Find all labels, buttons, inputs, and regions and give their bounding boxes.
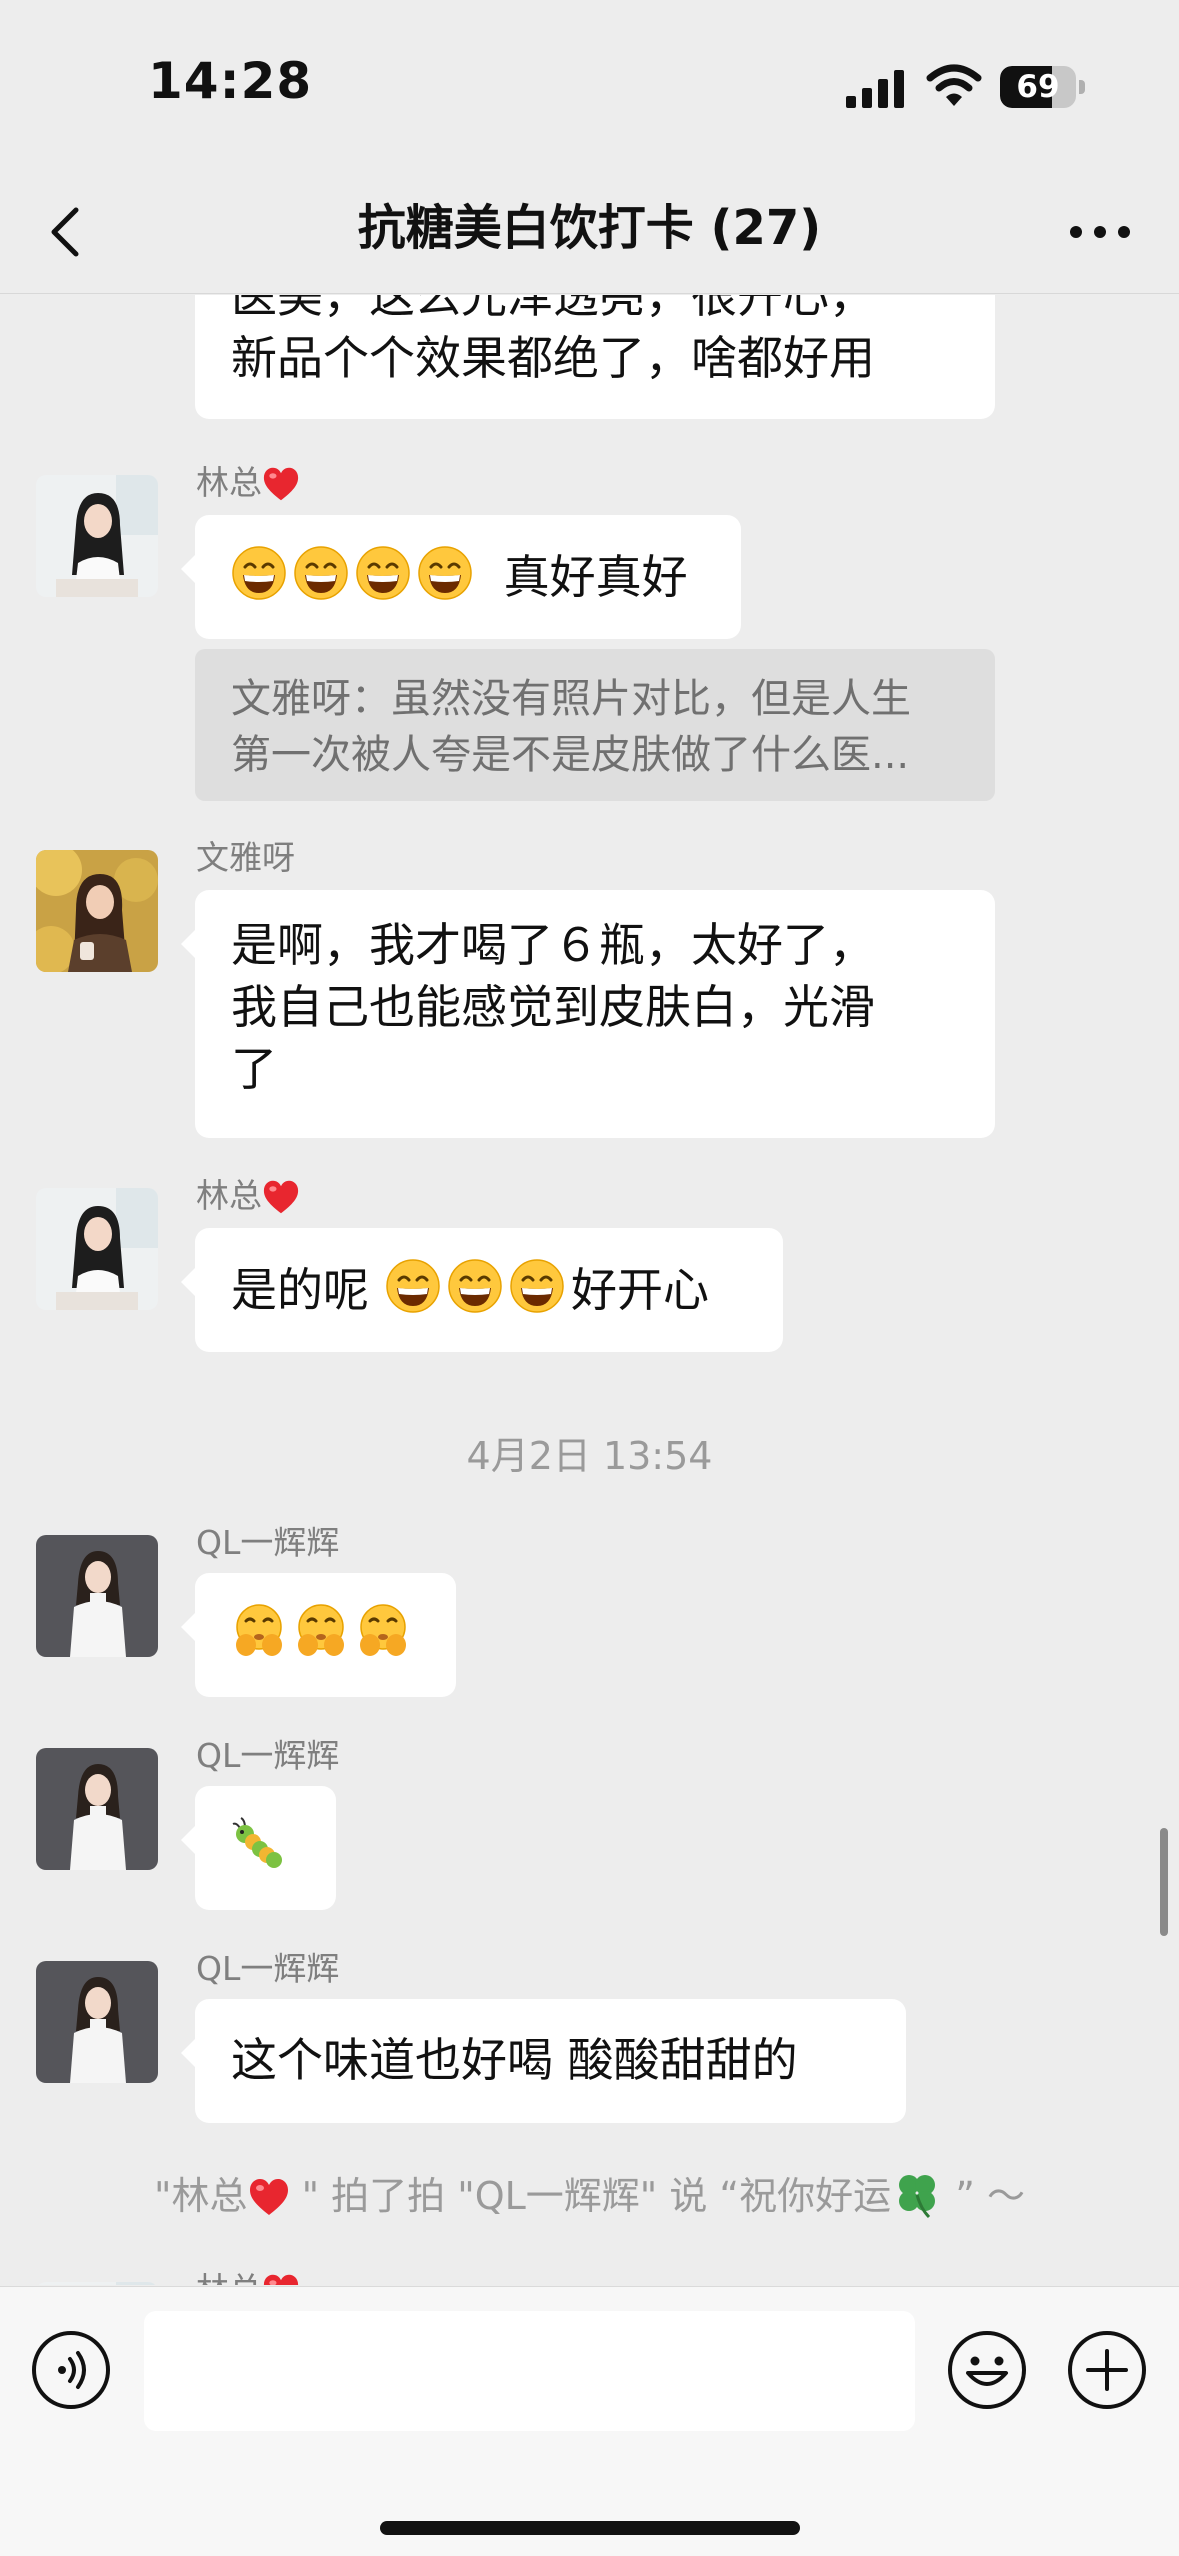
caterpillar-emoji (232, 1817, 282, 1868)
system-text: " 拍了拍 "QL一辉辉" 说 “祝你好运 (289, 2174, 892, 2218)
message-text: 好开心 (571, 1263, 709, 1317)
red-heart-icon (262, 2273, 300, 2285)
message-bubble[interactable] (181, 1786, 336, 1910)
home-indicator (380, 2521, 800, 2535)
avatar[interactable] (36, 1188, 158, 1310)
pat-system-message: "林总 " 拍了拍 "QL一辉辉" 说 “祝你好运 ” ～ (0, 2165, 1179, 2221)
grinning-face-emoji (231, 545, 287, 601)
avatar[interactable] (36, 2282, 158, 2285)
sender-name-text: 林总 (196, 2270, 262, 2285)
timestamp: 4月2日 13:54 (466, 1434, 713, 1478)
status-time: 14:28 (148, 52, 313, 110)
grinning-face-emoji (355, 545, 411, 601)
shushing-face-emoji (293, 1603, 349, 1659)
battery-percentage: 69 (1016, 69, 1060, 105)
avatar[interactable] (36, 1748, 158, 1870)
system-text: "林总 (154, 2174, 248, 2218)
battery-indicator: 69 (1000, 66, 1076, 108)
red-heart-icon (262, 1179, 300, 1215)
sender-name: QL一辉辉 (196, 1949, 340, 1988)
message-bubble[interactable]: 这个味道也好喝 酸酸甜甜的 (181, 1999, 906, 2123)
message-line: 是啊，我才喝了６瓶，太好了， (231, 918, 875, 972)
red-heart-icon (248, 2177, 290, 2217)
sender-name: 林总 (196, 1176, 300, 1216)
emoji-face-icon[interactable] (946, 2329, 1028, 2411)
quote-line: 第一次被人夸是不是皮肤做了什么医... (231, 732, 910, 778)
message-bubble[interactable]: 是的呢 好开心 (181, 1228, 783, 1352)
message-line: 医美，这么光泽透亮，很开心， (231, 295, 875, 323)
sender-name-text: 林总 (196, 1176, 262, 1215)
cellular-signal-icon (846, 70, 904, 108)
message-input[interactable] (144, 2311, 915, 2431)
red-heart-icon (262, 466, 300, 502)
message-line: 新品个个效果都绝了，啥都好用 (231, 331, 875, 385)
grinning-face-emoji (385, 1258, 441, 1314)
sender-name: QL一辉辉 (196, 1736, 340, 1775)
scroll-indicator[interactable] (1160, 1828, 1168, 1936)
navigation-bar: 抗糖美白饮打卡 (27) (0, 170, 1179, 294)
message-list[interactable]: 医美，这么光泽透亮，很开心， 新品个个效果都绝了，啥都好用 林总 真好真好 文雅… (0, 295, 1179, 2285)
message-text: 真好真好 (503, 550, 688, 604)
wifi-icon (926, 64, 982, 106)
shushing-face-emoji (355, 1603, 411, 1659)
quoted-message[interactable]: 文雅呀：虽然没有照片对比，但是人生 第一次被人夸是不是皮肤做了什么医... (195, 649, 995, 801)
message-line: 我自己也能感觉到皮肤白，光滑 (231, 980, 875, 1034)
message-bubble[interactable] (181, 1573, 456, 1697)
avatar[interactable] (36, 1535, 158, 1657)
message-text: 这个味道也好喝 酸酸甜甜的 (231, 2033, 798, 2087)
sender-name: 林总 (196, 2270, 300, 2285)
chevron-left-icon[interactable] (30, 192, 110, 272)
avatar[interactable] (36, 475, 158, 597)
avatar[interactable] (36, 1961, 158, 2083)
sender-name: 林总 (196, 463, 300, 503)
more-dots-icon[interactable] (1060, 192, 1140, 272)
grinning-face-emoji (509, 1258, 565, 1314)
plus-circle-icon[interactable] (1066, 2329, 1148, 2411)
sender-name: QL一辉辉 (196, 1523, 340, 1562)
message-bubble[interactable]: 医美，这么光泽透亮，很开心， 新品个个效果都绝了，啥都好用 (195, 295, 995, 419)
message-bubble[interactable]: 真好真好 (181, 515, 741, 639)
chat-title[interactable]: 抗糖美白饮打卡 (27) (200, 170, 979, 294)
system-text: ” ～ (943, 2174, 1025, 2218)
message-line: 了 (231, 1042, 277, 1096)
message-bubble[interactable]: 是啊，我才喝了６瓶，太好了， 我自己也能感觉到皮肤白，光滑 了 (181, 890, 995, 1138)
input-toolbar (0, 2286, 1179, 2556)
battery-tip (1079, 80, 1085, 94)
voice-icon[interactable] (30, 2329, 112, 2411)
grinning-face-emoji (447, 1258, 503, 1314)
message-text: 是的呢 (231, 1263, 369, 1317)
grinning-face-emoji (417, 545, 473, 601)
grinning-face-emoji (293, 545, 349, 601)
chat-screen: 14:28 69 抗糖美白饮打卡 (27) 医美，这么光泽透亮，很开心， 新品个… (0, 0, 1179, 2556)
shushing-face-emoji (231, 1603, 287, 1659)
sender-name: 文雅呀 (196, 838, 295, 877)
four-leaf-clover-icon (899, 2175, 936, 2219)
sender-name-text: 林总 (196, 463, 262, 502)
quote-line: 文雅呀：虽然没有照片对比，但是人生 (231, 676, 911, 722)
avatar[interactable] (36, 850, 158, 972)
status-bar: 14:28 69 (0, 0, 1179, 170)
